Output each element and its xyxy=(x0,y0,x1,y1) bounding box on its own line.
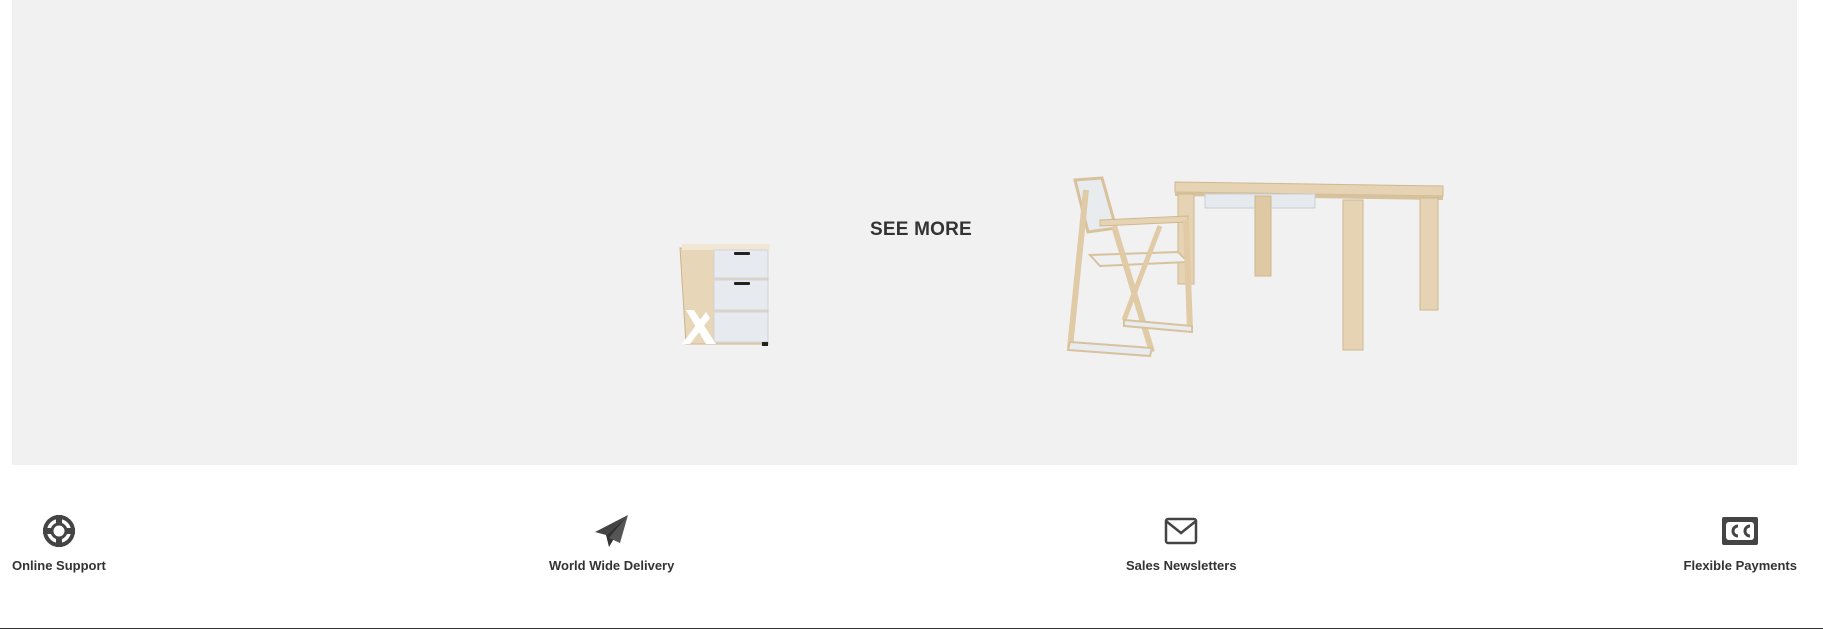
page: SEE MORE Online Support World Wide Deliv… xyxy=(0,0,1823,629)
drawer-cabinet-image xyxy=(679,244,770,346)
feature-label: World Wide Delivery xyxy=(549,558,675,573)
feature-online-support: Online Support xyxy=(12,512,106,573)
features-bar: Online Support World Wide Delivery Sales… xyxy=(12,512,1797,582)
feature-world-wide-delivery: World Wide Delivery xyxy=(549,512,674,573)
chair-desk-image xyxy=(1066,176,1444,358)
feature-label: Sales Newsletters xyxy=(1126,558,1237,573)
envelope-icon xyxy=(1162,512,1200,550)
feature-label: Online Support xyxy=(12,558,106,573)
credit-card-icon xyxy=(1721,512,1759,550)
feature-label: Flexible Payments xyxy=(1683,558,1797,573)
feature-sales-newsletters: Sales Newsletters xyxy=(1126,512,1237,573)
paper-plane-icon xyxy=(593,512,631,550)
see-more-link[interactable]: SEE MORE xyxy=(870,219,972,241)
lifebuoy-icon xyxy=(40,512,78,550)
feature-flexible-payments: Flexible Payments xyxy=(1684,512,1797,573)
promo-banner: SEE MORE xyxy=(12,0,1797,465)
